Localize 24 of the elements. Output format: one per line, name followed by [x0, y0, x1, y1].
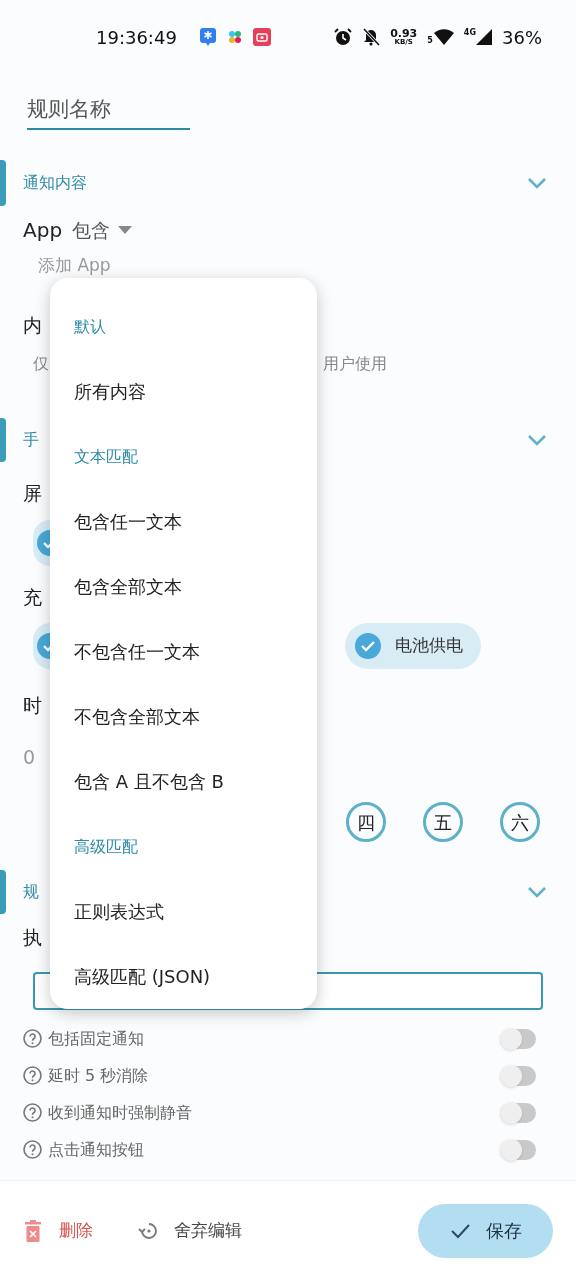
- option-label: 收到通知时强制静音: [48, 1101, 193, 1124]
- option-label: 包括固定通知: [48, 1027, 145, 1050]
- menu-section-header: 文本匹配: [73, 445, 139, 468]
- field-label: App: [23, 217, 63, 244]
- section-title: 手: [23, 429, 39, 451]
- section-title: 规: [23, 881, 39, 903]
- field-label: 内: [23, 312, 42, 338]
- field-label: 时: [23, 692, 42, 718]
- menu-section-header: 默认: [73, 315, 107, 338]
- field-label: 屏: [23, 480, 42, 506]
- field-label: 0: [23, 744, 36, 770]
- section-title: 通知内容: [23, 172, 87, 194]
- menu-section-header: 高级匹配: [73, 835, 139, 858]
- field-label: 执: [23, 924, 42, 950]
- hint-text: 用户使用: [323, 353, 387, 375]
- hint-text: 仅: [33, 353, 49, 375]
- network-speed: 0.93: [390, 28, 418, 39]
- option-label: 延时 5 秒消除: [48, 1064, 150, 1087]
- network-type-label: 4G: [463, 29, 476, 37]
- option-label: 点击通知按钮: [48, 1138, 145, 1161]
- battery-level: 36%: [502, 25, 542, 50]
- field-label: 充: [23, 584, 42, 610]
- status-time: 19:36:49: [96, 25, 177, 50]
- wifi-band-label: 5: [427, 37, 433, 45]
